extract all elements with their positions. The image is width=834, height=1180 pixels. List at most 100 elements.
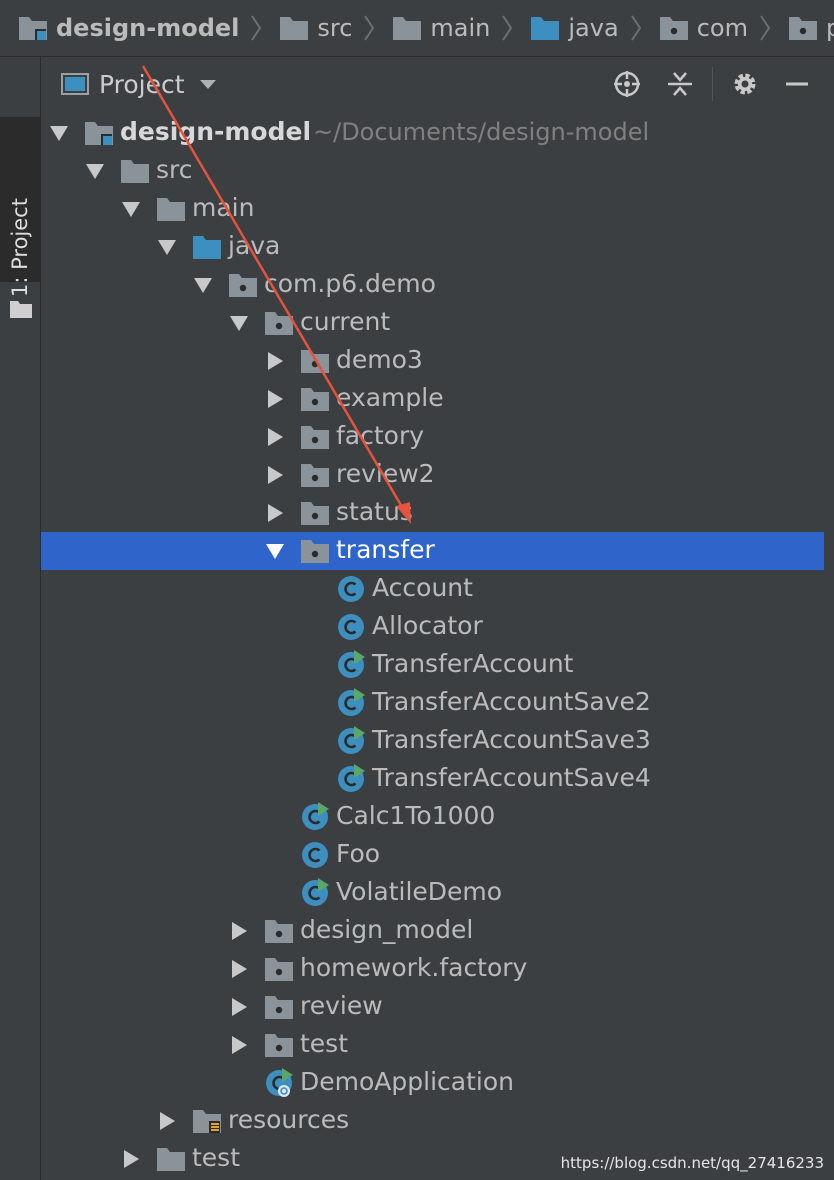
- tree-node-label: TransferAccountSave3: [372, 725, 651, 754]
- tree-node-label: demo3: [336, 345, 423, 374]
- breadcrumb-label: java: [568, 14, 619, 42]
- tree-node-label: main: [192, 193, 255, 222]
- tree-node[interactable]: Foo: [41, 836, 824, 874]
- tree-node[interactable]: status: [41, 494, 824, 532]
- package-icon: [264, 992, 294, 1022]
- tree-node-label: example: [336, 383, 444, 412]
- collapsed-arrow-icon[interactable]: [229, 959, 249, 979]
- resources-folder-icon: [192, 1106, 222, 1136]
- tree-node[interactable]: Calc1To1000: [41, 798, 824, 836]
- tree-node[interactable]: factory: [41, 418, 824, 456]
- tree-node-label: Foo: [336, 839, 381, 868]
- expanded-arrow-icon[interactable]: [265, 541, 285, 561]
- folder-icon: [392, 15, 422, 41]
- expanded-arrow-icon[interactable]: [49, 123, 69, 143]
- package-icon: [264, 916, 294, 946]
- tree-node-label: transfer: [336, 535, 435, 564]
- package-icon: [659, 15, 689, 41]
- collapsed-arrow-icon[interactable]: [265, 427, 285, 447]
- collapsed-arrow-icon[interactable]: [229, 1035, 249, 1055]
- collapsed-arrow-icon[interactable]: [265, 465, 285, 485]
- tree-node[interactable]: src: [41, 152, 824, 190]
- minimize-icon[interactable]: [782, 69, 812, 99]
- tree-node[interactable]: java: [41, 228, 824, 266]
- expanded-arrow-icon[interactable]: [121, 199, 141, 219]
- collapsed-arrow-icon[interactable]: [229, 921, 249, 941]
- tree-node[interactable]: DemoApplication: [41, 1064, 824, 1102]
- breadcrumb-item[interactable]: com: [643, 0, 748, 56]
- package-icon: [264, 308, 294, 338]
- tree-node[interactable]: Allocator: [41, 608, 824, 646]
- watermark: https://blog.csdn.net/qq_27416233: [560, 1154, 824, 1172]
- package-icon: [228, 270, 258, 300]
- tree-node[interactable]: TransferAccount: [41, 646, 824, 684]
- chevron-right-icon: [500, 14, 514, 42]
- folder-icon: [279, 15, 309, 41]
- expanded-arrow-icon[interactable]: [229, 313, 249, 333]
- breadcrumb-item[interactable]: src: [263, 0, 352, 56]
- tree-node[interactable]: test: [41, 1026, 824, 1064]
- project-view-icon: [61, 73, 89, 95]
- tree-node-label: src: [156, 155, 193, 184]
- collapsed-arrow-icon[interactable]: [265, 503, 285, 523]
- breadcrumb-item[interactable]: p6: [772, 0, 834, 56]
- tree-node[interactable]: main: [41, 190, 824, 228]
- tree-node[interactable]: design_model: [41, 912, 824, 950]
- tree-node-label: Account: [372, 573, 473, 602]
- collapsed-arrow-icon[interactable]: [157, 1111, 177, 1131]
- breadcrumb-item[interactable]: java: [514, 0, 619, 56]
- tree-node[interactable]: VolatileDemo: [41, 874, 824, 912]
- collapse-all-icon[interactable]: [665, 69, 695, 99]
- collapsed-arrow-icon[interactable]: [229, 997, 249, 1017]
- collapsed-arrow-icon[interactable]: [265, 389, 285, 409]
- tree-node-label: status: [336, 497, 413, 526]
- tree-node[interactable]: homework.factory: [41, 950, 824, 988]
- tree-node[interactable]: TransferAccountSave4: [41, 760, 824, 798]
- tree-node[interactable]: current: [41, 304, 824, 342]
- project-toolwindow-header: Project: [41, 57, 834, 111]
- tree-node[interactable]: Account: [41, 570, 824, 608]
- tree-node[interactable]: review: [41, 988, 824, 1026]
- toolwindow-title[interactable]: Project: [99, 70, 185, 99]
- breadcrumb-item[interactable]: main: [376, 0, 490, 56]
- tree-node[interactable]: demo3: [41, 342, 824, 380]
- runnable-class-icon: [300, 878, 330, 908]
- runnable-class-icon: [336, 726, 366, 756]
- left-tool-stripe: 1: Project: [0, 57, 41, 1180]
- chevron-right-icon: [362, 14, 376, 42]
- expanded-arrow-icon[interactable]: [85, 161, 105, 181]
- folder-icon: [120, 156, 150, 186]
- tree-node[interactable]: review2: [41, 456, 824, 494]
- view-dropdown-icon[interactable]: [199, 78, 217, 90]
- tree-node[interactable]: TransferAccountSave2: [41, 684, 824, 722]
- locate-icon[interactable]: [612, 69, 642, 99]
- project-tool-tab[interactable]: 1: Project: [0, 117, 40, 318]
- tree-node-label: review: [300, 991, 383, 1020]
- gear-icon[interactable]: [730, 69, 760, 99]
- collapsed-arrow-icon[interactable]: [265, 351, 285, 371]
- project-tool-tab-label[interactable]: 1: Project: [8, 197, 32, 297]
- expanded-arrow-icon[interactable]: [193, 275, 213, 295]
- tree-node[interactable]: com.p6.demo: [41, 266, 824, 304]
- runnable-class-icon: [336, 650, 366, 680]
- java-class-icon: [336, 612, 366, 642]
- collapsed-arrow-icon[interactable]: [121, 1149, 141, 1169]
- breadcrumb: design-modelsrcmainjavacomp6d: [0, 0, 834, 57]
- tree-node[interactable]: resources: [41, 1102, 824, 1140]
- tree-node-label: com.p6.demo: [264, 269, 436, 298]
- tree-node[interactable]: design-model ~/Documents/design-model: [41, 114, 824, 152]
- tree-node-label: java: [228, 231, 281, 260]
- tree-node[interactable]: TransferAccountSave3: [41, 722, 824, 760]
- breadcrumb-item[interactable]: design-model: [0, 0, 239, 56]
- module-folder-icon: [84, 118, 114, 148]
- project-tree[interactable]: design-model ~/Documents/design-model src m…: [41, 114, 834, 1180]
- tree-node-label: test: [300, 1029, 349, 1058]
- breadcrumb-label: design-model: [56, 14, 240, 42]
- package-icon: [300, 422, 330, 452]
- tree-node[interactable]: transfer: [41, 532, 824, 570]
- package-icon: [300, 346, 330, 376]
- tree-node[interactable]: example: [41, 380, 824, 418]
- toolbar-divider: [712, 67, 713, 101]
- expanded-arrow-icon[interactable]: [157, 237, 177, 257]
- tree-node-label: TransferAccount: [372, 649, 574, 678]
